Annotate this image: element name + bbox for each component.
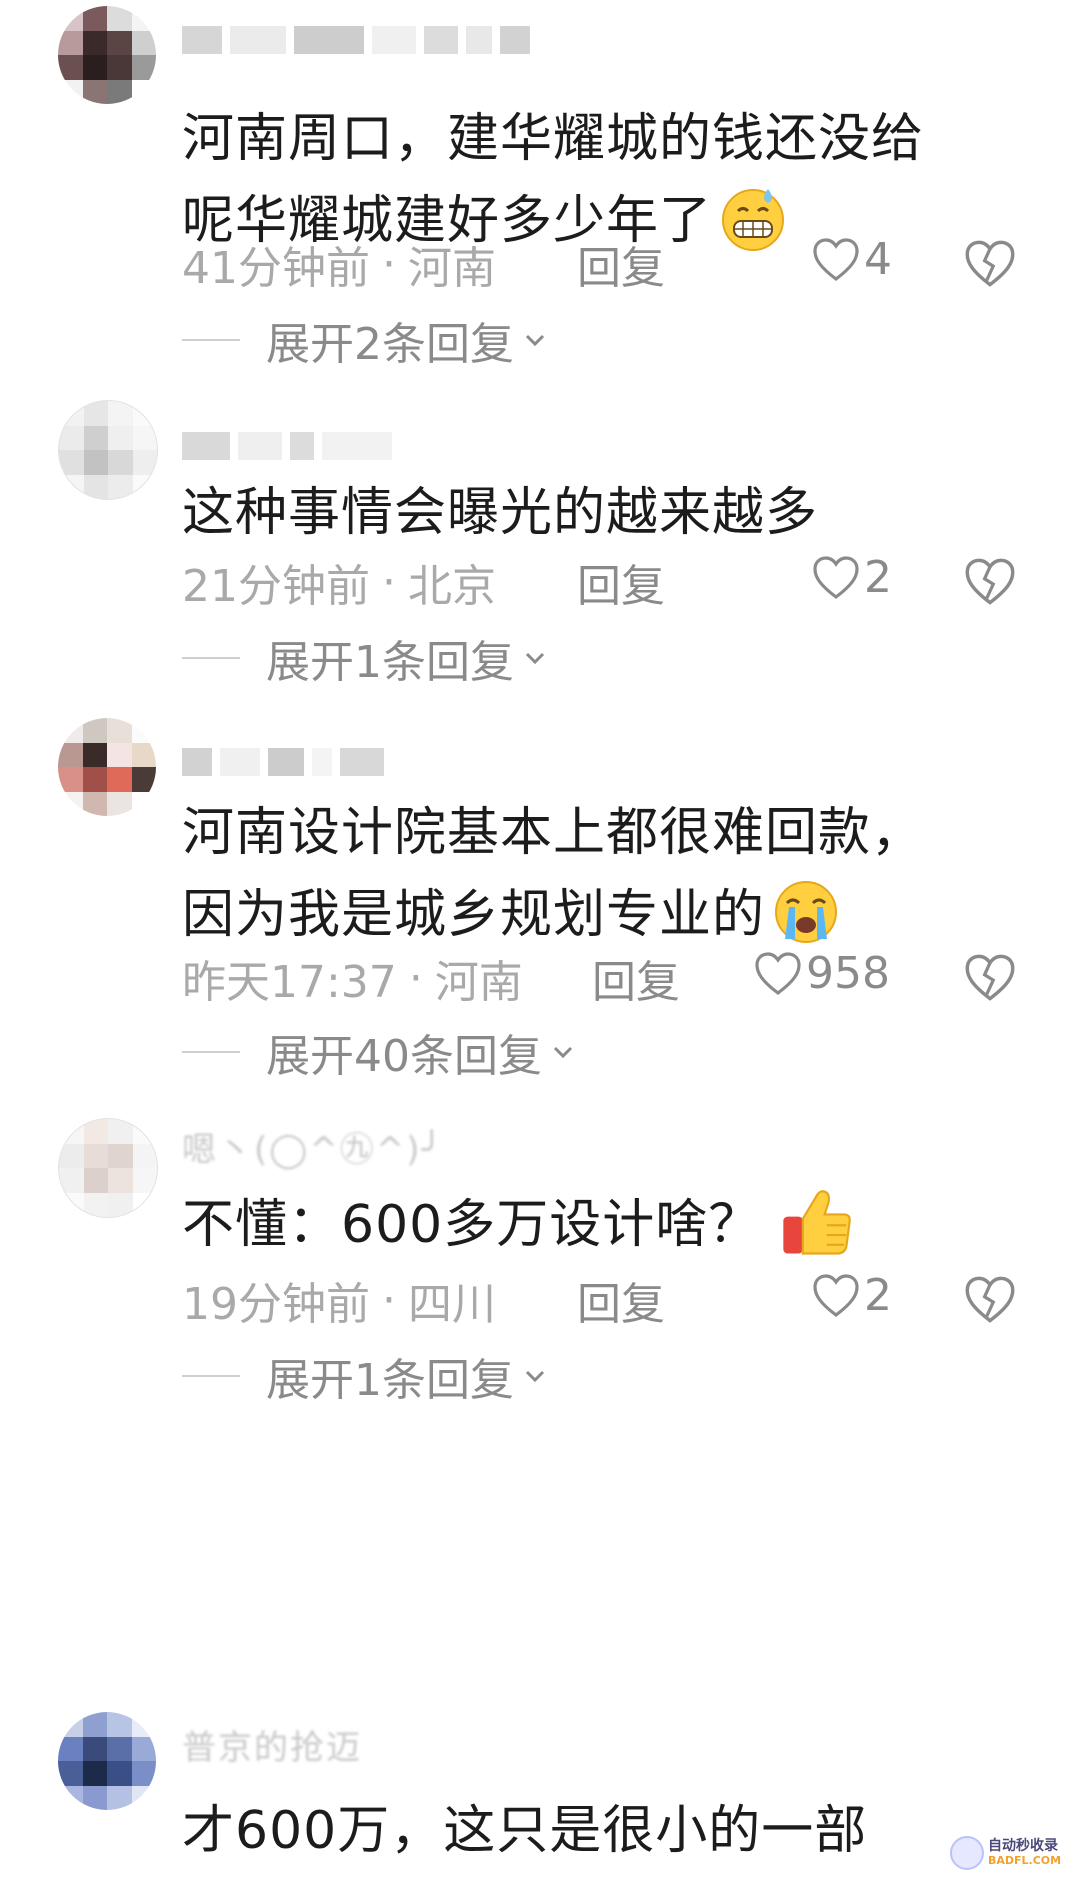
separator: · (382, 238, 396, 290)
like-count: 958 (806, 948, 890, 999)
heart-icon (813, 555, 859, 599)
comment-text-line: 河南周口，建华耀城的钱还没给 (182, 109, 925, 169)
like-button[interactable]: 2 (812, 1270, 892, 1321)
username-redacted[interactable] (182, 20, 530, 60)
watermark: 自动秒收录 BADFL.COM (950, 1836, 1061, 1870)
heart-icon (755, 951, 801, 995)
location: 河南 (408, 243, 496, 294)
timestamp: 19分钟前 (182, 1279, 370, 1330)
reply-button[interactable]: 回复 (577, 232, 665, 296)
divider-line (182, 339, 240, 341)
chevron-down-icon (553, 1046, 573, 1059)
dislike-broken-heart-icon[interactable] (964, 556, 1016, 608)
expand-replies-label: 展开1条回复 (266, 1355, 514, 1406)
comment-meta: 21分钟前 · 北京 回复 (182, 550, 1022, 614)
separator: · (408, 952, 423, 1004)
separator: · (382, 556, 396, 608)
username-redacted[interactable] (182, 426, 392, 466)
timestamp: 21分钟前 (182, 561, 370, 612)
comment-text-line: 才600万，这只是很小的一部 (182, 1801, 868, 1861)
like-button[interactable]: 2 (812, 552, 892, 603)
watermark-logo-icon (950, 1836, 984, 1870)
expand-replies-label: 展开40条回复 (266, 1031, 542, 1082)
expand-replies-button[interactable]: 展开40条回复 (182, 1024, 576, 1082)
chevron-down-icon (525, 652, 545, 665)
watermark-text: 自动秒收录 BADFL.COM (988, 1838, 1062, 1867)
expand-replies-button[interactable]: 展开2条回复 (182, 312, 548, 370)
timestamp: 41分钟前 (182, 243, 370, 294)
reply-button[interactable]: 回复 (577, 1268, 665, 1332)
like-count: 2 (864, 552, 892, 603)
dislike-broken-heart-icon[interactable] (964, 952, 1016, 1004)
location: 北京 (408, 561, 496, 612)
comment-text: 河南设计院基本上都很难回款， 因为我是城乡规划专业的 (182, 792, 1022, 956)
comment-text-line: 河南设计院基本上都很难回款， (182, 803, 925, 863)
reply-button[interactable]: 回复 (577, 550, 665, 614)
divider-line (182, 657, 240, 659)
crying-emoji-icon (775, 881, 838, 943)
divider-line (182, 1375, 240, 1377)
dislike-broken-heart-icon[interactable] (964, 238, 1016, 290)
like-count: 2 (864, 1270, 892, 1321)
comment-text-line: 因为我是城乡规划专业的 (182, 874, 1022, 956)
expand-replies-label: 展开1条回复 (266, 637, 514, 688)
like-button[interactable]: 958 (754, 948, 890, 999)
username[interactable]: 普京的抢迈 (182, 1720, 362, 1769)
like-count: 4 (864, 234, 892, 285)
location: 四川 (408, 1279, 496, 1330)
like-button[interactable]: 4 (812, 234, 892, 285)
avatar[interactable] (58, 6, 156, 104)
username[interactable]: 嗯丶(◯^㊈^)╯ (182, 1122, 444, 1171)
expand-replies-label: 展开2条回复 (266, 319, 514, 370)
comment-text-line: 不懂：600多万设计啥？ (182, 1184, 1022, 1266)
comment-text-line: 这种事情会曝光的越来越多 (182, 483, 819, 543)
comment-text: 这种事情会曝光的越来越多 (182, 472, 1022, 554)
comment-meta: 19分钟前 · 四川 回复 (182, 1268, 1022, 1332)
chevron-down-icon (525, 1370, 545, 1383)
divider-line (182, 1051, 240, 1053)
comment-meta: 昨天17:37 · 河南 回复 (182, 946, 1022, 1010)
separator: · (382, 1274, 396, 1326)
heart-icon (813, 237, 859, 281)
comment-meta: 41分钟前 · 河南 回复 (182, 232, 1022, 296)
heart-icon (813, 1273, 859, 1317)
username-redacted[interactable] (182, 742, 384, 782)
dislike-broken-heart-icon[interactable] (964, 1274, 1016, 1326)
avatar[interactable] (58, 1712, 156, 1810)
avatar[interactable] (58, 718, 156, 816)
comment-text: 不懂：600多万设计啥？ (182, 1184, 1022, 1266)
reply-button[interactable]: 回复 (592, 946, 680, 1010)
comment-text: 才600万，这只是很小的一部 (182, 1790, 1022, 1872)
avatar[interactable] (58, 400, 158, 500)
expand-replies-button[interactable]: 展开1条回复 (182, 1348, 548, 1406)
chevron-down-icon (525, 334, 545, 347)
timestamp: 昨天17:37 (182, 957, 397, 1008)
expand-replies-button[interactable]: 展开1条回复 (182, 630, 548, 688)
location: 河南 (434, 957, 523, 1008)
avatar[interactable] (58, 1118, 158, 1218)
thumbs-up-emoji-icon (783, 1190, 852, 1255)
